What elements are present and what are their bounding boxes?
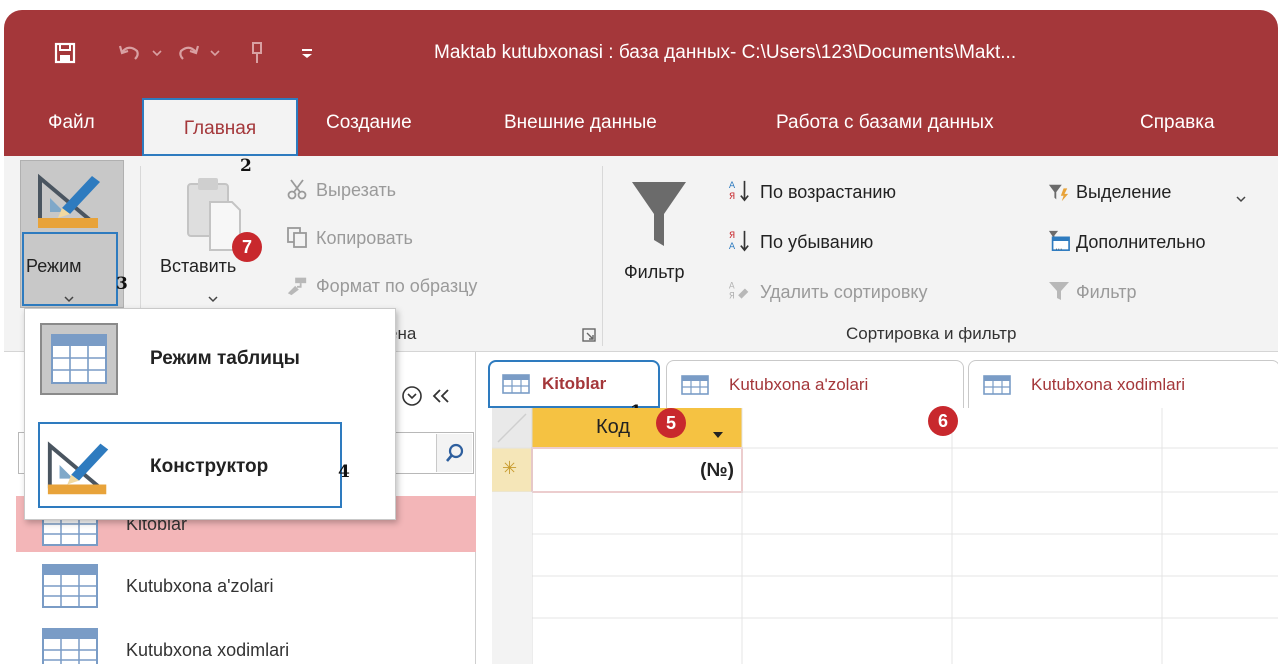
tab-create[interactable]: Создание (326, 112, 412, 134)
tab-home[interactable]: Главная (142, 98, 298, 156)
menu-item-label: Конструктор (150, 456, 269, 477)
doc-tab-kutubxona-azolari[interactable]: Kutubxona a'zolari (666, 360, 964, 408)
copy-button[interactable]: Копировать (316, 228, 413, 249)
doc-tab-kutubxona-xodimlari[interactable]: Kutubxona xodimlari (968, 360, 1278, 408)
column-dropdown-icon[interactable] (712, 426, 724, 444)
copy-icon (286, 226, 308, 248)
window-title: Maktab kutubxonasi : база данных- C:\Use… (434, 42, 1017, 63)
sort-descending-button[interactable]: По убыванию (760, 232, 873, 253)
sort-filter-group-label: Сортировка и фильтр (846, 324, 1017, 343)
table-icon (681, 374, 709, 395)
svg-text:Я: Я (729, 230, 735, 241)
menu-item-design-view[interactable]: Конструктор (34, 424, 384, 510)
dialog-launcher-icon[interactable] (582, 328, 596, 347)
filter-icon (630, 180, 688, 255)
save-icon[interactable] (52, 40, 78, 66)
annotation-badge-6: 6 (928, 406, 958, 436)
svg-text:А: А (729, 180, 736, 191)
filter-button[interactable]: Фильтр (624, 262, 684, 283)
tab-file[interactable]: Файл (48, 112, 95, 134)
group-separator (602, 166, 603, 346)
chevron-down-icon[interactable] (144, 40, 170, 66)
menu-item-label: Режим таблицы (150, 348, 300, 369)
chevron-down-icon[interactable] (202, 40, 228, 66)
svg-text:Я: Я (729, 191, 735, 202)
customize-qat-icon[interactable] (294, 40, 320, 66)
toggle-filter-button[interactable]: Фильтр (1076, 282, 1136, 303)
annotation-4: 4 (338, 462, 350, 482)
view-mode-label: Режим (26, 256, 82, 276)
doc-tab-label: Kutubxona a'zolari (729, 374, 869, 394)
svg-text:А: А (729, 241, 736, 252)
chevron-down-icon[interactable] (64, 290, 74, 308)
svg-text:Я: Я (729, 291, 735, 301)
table-icon (502, 374, 530, 394)
pin-icon[interactable] (244, 40, 270, 66)
access-window: Maktab kutubxonasi : база данных- C:\Use… (4, 10, 1278, 664)
annotation-badge-7: 7 (232, 232, 262, 262)
format-painter-icon (286, 274, 308, 296)
remove-sort-icon: АЯ (728, 280, 750, 302)
nav-item-kutubxona-azolari[interactable]: Kutubxona a'zolari (16, 558, 476, 614)
annotation-2: 2 (240, 156, 252, 176)
table-icon (42, 564, 98, 608)
datasheet-grid (492, 408, 1278, 664)
selection-filter-icon (1048, 182, 1070, 204)
redo-icon[interactable] (176, 40, 202, 66)
menu-item-datasheet-view[interactable]: Режим таблицы (34, 316, 384, 402)
svg-text:А: А (729, 280, 735, 290)
format-painter-button[interactable]: Формат по образцу (316, 276, 477, 297)
tab-database-tools[interactable]: Работа с базами данных (776, 112, 994, 134)
nav-item-label: Kutubxona xodimlari (126, 639, 290, 660)
column-header-kod[interactable]: Код (596, 416, 630, 439)
undo-icon[interactable] (116, 40, 142, 66)
table-icon (983, 374, 1011, 395)
selection-button[interactable]: Выделение (1076, 182, 1171, 203)
cut-button[interactable]: Вырезать (316, 180, 396, 201)
advanced-filter-icon: ... (1048, 230, 1070, 252)
svg-text:...: ... (1055, 242, 1062, 251)
toggle-filter-icon (1048, 280, 1070, 302)
sort-descending-icon: ЯА (728, 230, 750, 252)
nav-item-label: Kutubxona a'zolari (126, 575, 274, 596)
tab-external-data[interactable]: Внешние данные (504, 112, 657, 134)
collapse-pane-icon[interactable] (432, 388, 450, 409)
doc-tab-label: Kutubxona xodimlari (1031, 374, 1186, 394)
doc-tab-kitoblar[interactable]: Kitoblar (488, 360, 660, 408)
design-view-icon (34, 168, 108, 237)
annotation-3: 3 (116, 274, 128, 294)
datasheet-view-icon (40, 323, 118, 395)
search-icon[interactable] (436, 434, 472, 472)
nav-item-kutubxona-xodimlari[interactable]: Kutubxona xodimlari (16, 622, 476, 664)
sort-ascending-button[interactable]: По возрастанию (760, 182, 896, 203)
table-icon (42, 628, 98, 664)
tab-help[interactable]: Справка (1140, 112, 1215, 134)
remove-sort-button[interactable]: Удалить сортировку (760, 282, 928, 303)
nav-menu-circle-chevron-icon[interactable] (400, 384, 424, 413)
new-row-value[interactable]: (№) (668, 460, 734, 482)
advanced-filter-button[interactable]: Дополнительно (1076, 232, 1206, 253)
sort-ascending-icon: АЯ (728, 180, 750, 202)
chevron-down-icon[interactable] (208, 290, 218, 308)
chevron-down-icon[interactable] (1236, 190, 1246, 208)
new-row-marker: ✳ (502, 458, 518, 478)
design-view-icon (47, 441, 109, 495)
annotation-badge-5: 5 (656, 408, 686, 438)
cut-icon (286, 178, 308, 200)
doc-tab-label: Kitoblar (542, 374, 607, 393)
paste-button[interactable]: Вставить (160, 256, 236, 277)
